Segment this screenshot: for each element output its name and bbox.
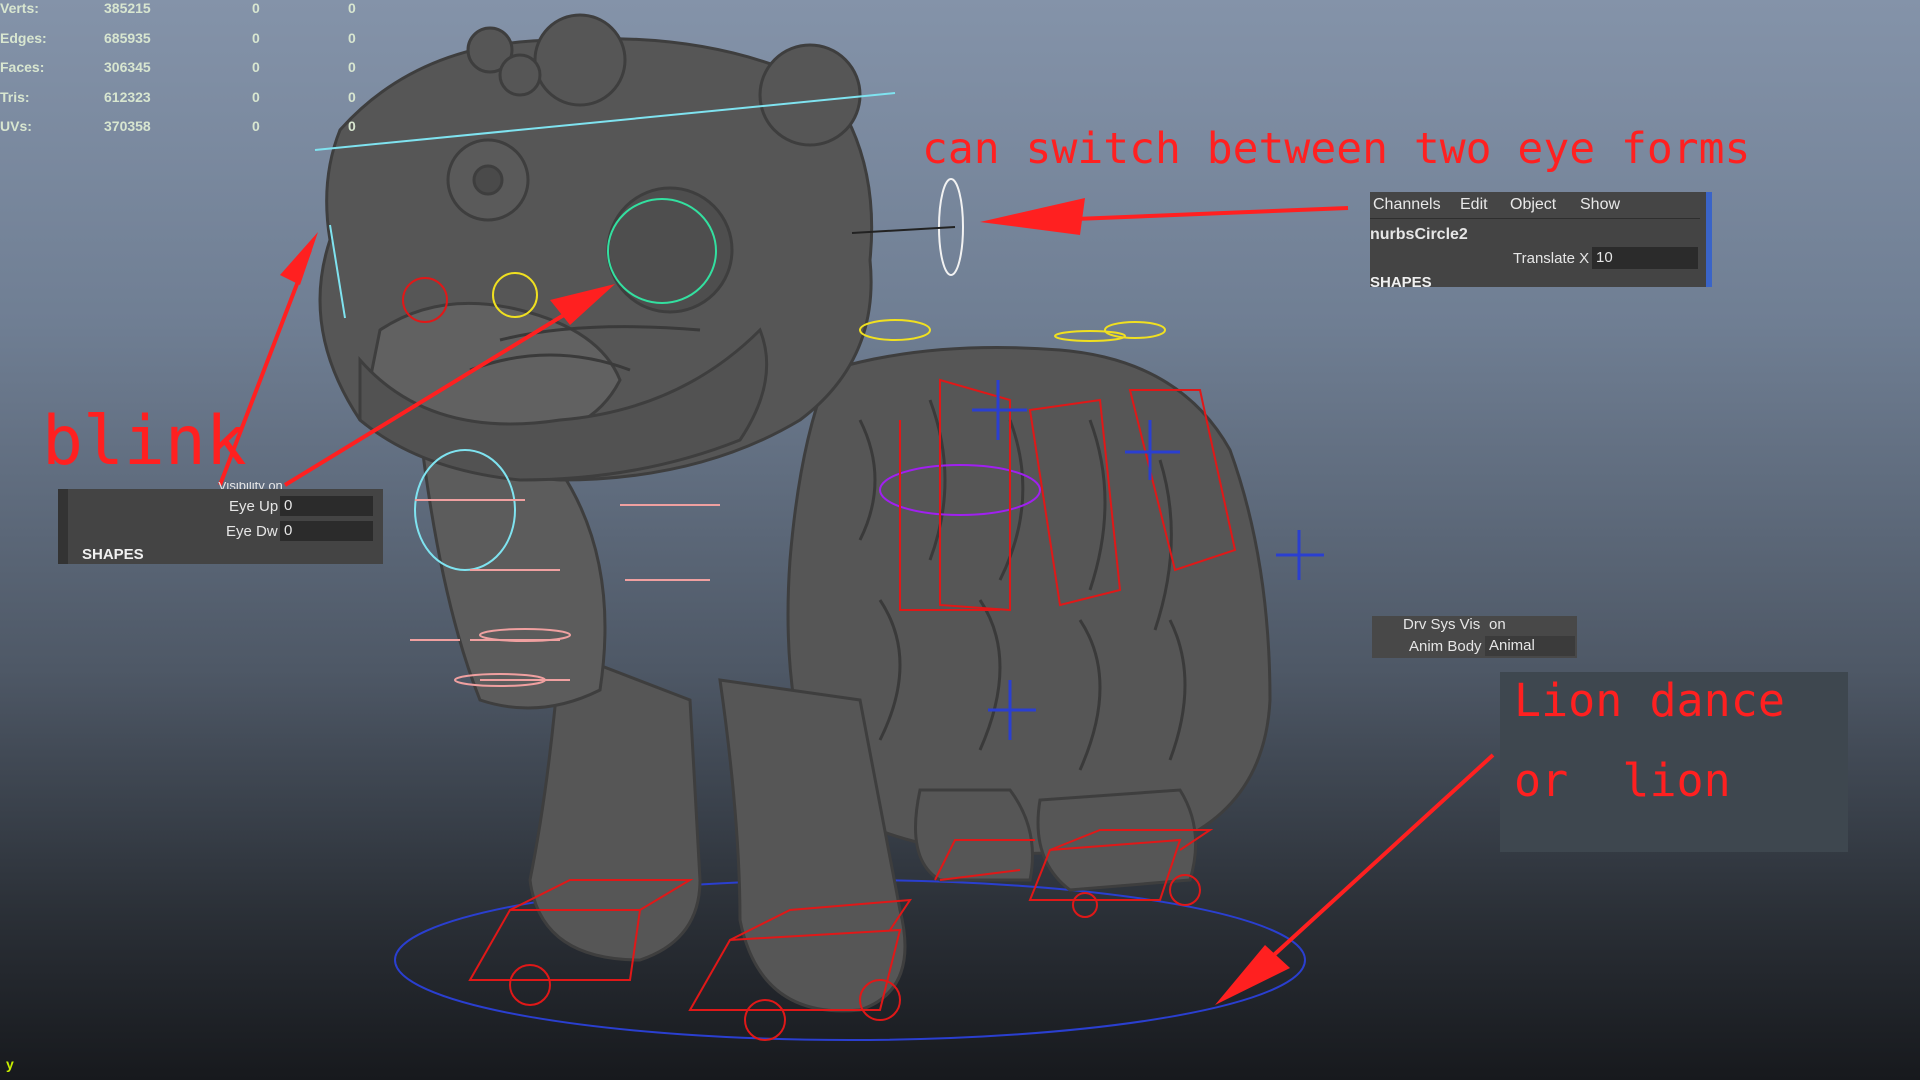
eye-attribute-panel[interactable]: Visibility on Eye Up 0 Eye Dw 0 SHAPES	[58, 482, 383, 564]
menu-channels[interactable]: Channels	[1373, 196, 1441, 214]
hud-label: Edges:	[0, 30, 47, 46]
hud-value: 685935	[104, 30, 151, 46]
eye-dw-field[interactable]: 0	[280, 521, 373, 541]
menu-show[interactable]: Show	[1580, 196, 1620, 214]
hud-value: 0	[252, 59, 260, 75]
hud-value: 0	[252, 118, 260, 134]
view-axis-indicator: y	[6, 1056, 14, 1072]
annotation-or-lion: or lion	[1514, 754, 1731, 807]
hud-value: 0	[348, 59, 356, 75]
menu-object[interactable]: Object	[1510, 196, 1556, 214]
channel-box-node-name[interactable]: nurbsCircle2	[1370, 226, 1468, 244]
channel-box-menubar: Channels Edit Object Show	[1370, 192, 1700, 219]
hud-label: Tris:	[0, 89, 30, 105]
hud-label: Faces:	[0, 59, 45, 75]
visibility-partial-label: Visibility on	[218, 482, 283, 489]
eye-up-label: Eye Up	[229, 498, 279, 515]
hud-value: 0	[252, 89, 260, 105]
lion-dance-note-box: Lion dance or lion	[1500, 672, 1848, 852]
hud-value: 0	[348, 118, 356, 134]
menu-edit[interactable]: Edit	[1460, 196, 1488, 214]
drv-sys-panel[interactable]: Drv Sys Vis on Anim Body Animal	[1372, 616, 1577, 658]
annotation-lion-dance: Lion dance	[1514, 674, 1785, 727]
hud-value: 0	[348, 30, 356, 46]
anim-body-value[interactable]: Animal	[1485, 636, 1575, 656]
hud-value: 612323	[104, 89, 151, 105]
hud-value: 0	[252, 30, 260, 46]
hud-label: Verts:	[0, 0, 39, 16]
channel-box-panel[interactable]: Channels Edit Object Show nurbsCircle2 T…	[1370, 192, 1712, 287]
drv-sys-vis-label: Drv Sys Vis	[1403, 616, 1481, 633]
hud-value: 385215	[104, 0, 151, 16]
anim-body-label: Anim Body	[1409, 638, 1482, 655]
hud-value: 0	[348, 0, 356, 16]
hud-value: 370358	[104, 118, 151, 134]
channel-box-shapes-header: SHAPES	[1370, 274, 1432, 287]
translate-x-label: Translate X	[1513, 250, 1590, 267]
eye-dw-label: Eye Dw	[226, 523, 278, 540]
eye-up-field[interactable]: 0	[280, 496, 373, 516]
eye-panel-shapes-header: SHAPES	[82, 546, 144, 563]
annotation-eye-forms: can switch between two eye forms	[922, 124, 1751, 174]
drv-sys-vis-value[interactable]: on	[1489, 616, 1506, 633]
hud-label: UVs:	[0, 118, 32, 134]
annotation-blink: blink	[42, 402, 247, 481]
translate-x-field[interactable]: 10	[1592, 247, 1698, 269]
hud-value: 0	[348, 89, 356, 105]
hud-value: 0	[252, 0, 260, 16]
hud-value: 306345	[104, 59, 151, 75]
